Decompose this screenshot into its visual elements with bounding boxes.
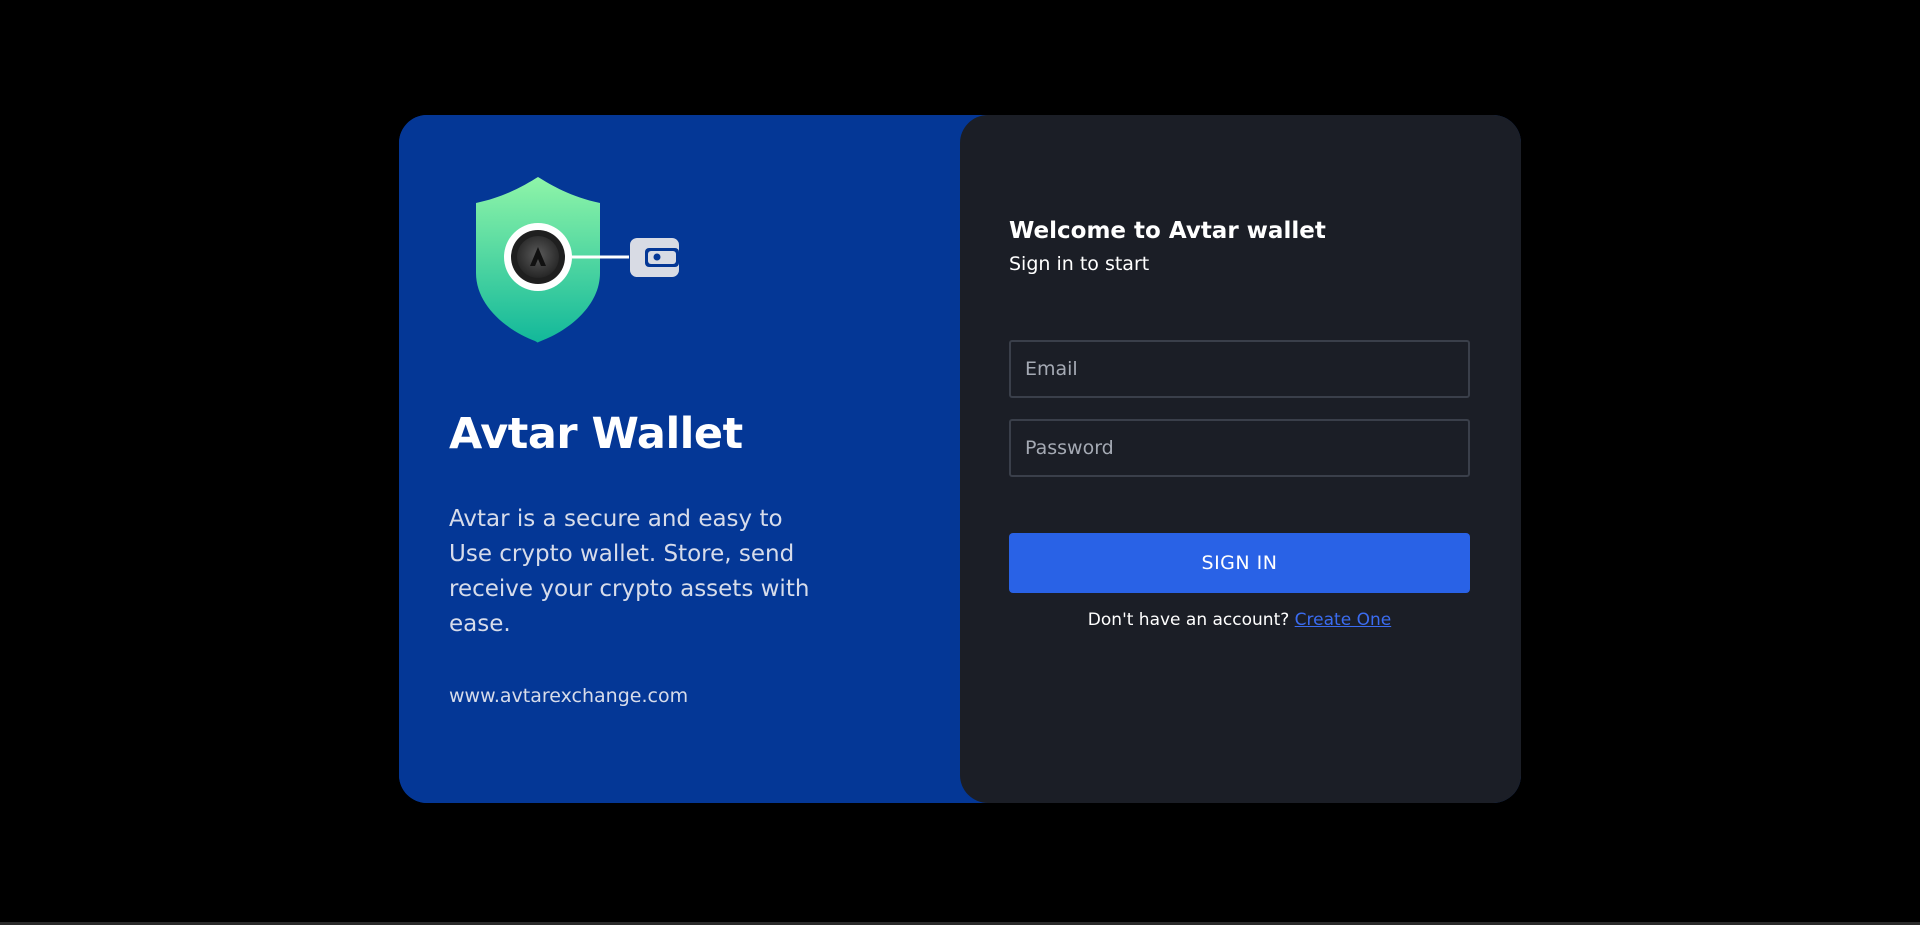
welcome-subtitle: Sign in to start	[1009, 253, 1150, 275]
password-field[interactable]	[1009, 419, 1470, 477]
brand-description: Avtar is a secure and easy to Use crypto…	[449, 506, 810, 637]
login-panel: Welcome to Avtar wallet Sign in to start…	[960, 115, 1521, 803]
brand-logo	[475, 175, 715, 345]
brand-title: Avtar Wallet	[449, 409, 743, 459]
login-page: Avtar Wallet Avtar is a secure and easy …	[0, 0, 1920, 925]
shield-wallet-illustration	[476, 177, 679, 343]
email-field[interactable]	[1009, 340, 1470, 398]
brand-panel: Avtar Wallet Avtar is a secure and easy …	[399, 115, 989, 803]
signup-prompt-row: Don't have an account? Create One	[1009, 610, 1470, 630]
create-account-link[interactable]: Create One	[1295, 610, 1392, 630]
shield-icon	[476, 177, 600, 343]
welcome-title: Welcome to Avtar wallet	[1009, 218, 1326, 244]
sign-in-button[interactable]: SIGN IN	[1009, 533, 1470, 593]
signup-prompt-text: Don't have an account?	[1087, 610, 1290, 630]
wallet-icon	[630, 238, 679, 277]
brand-website: www.avtarexchange.com	[449, 685, 689, 707]
login-form: Welcome to Avtar wallet Sign in to start…	[1009, 215, 1470, 630]
login-card: Avtar Wallet Avtar is a secure and easy …	[399, 115, 1521, 803]
